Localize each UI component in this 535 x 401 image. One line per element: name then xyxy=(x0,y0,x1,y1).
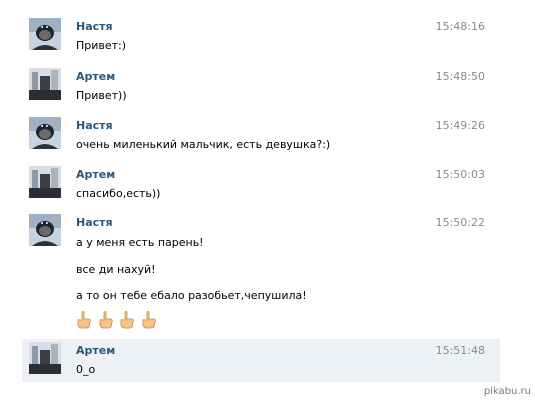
avatar-nastya[interactable] xyxy=(29,18,61,50)
hand-point-icon xyxy=(120,311,134,329)
hand-point-icon xyxy=(99,311,113,329)
message-text: а у меня есть парень! xyxy=(76,236,204,249)
avatar-nastya[interactable] xyxy=(29,214,61,246)
message-text: спасибо,есть)) xyxy=(76,187,161,200)
message-time: 15:50:03 xyxy=(435,168,485,181)
message-text: Привет)) xyxy=(76,89,127,102)
message-text: все ди нахуй! xyxy=(76,263,156,276)
sender-name[interactable]: Настя xyxy=(76,119,113,132)
message-text: 0_o xyxy=(76,363,96,376)
avatar-nastya[interactable] xyxy=(29,117,61,149)
avatar-artem[interactable] xyxy=(29,342,61,374)
sender-name[interactable]: Артем xyxy=(76,344,115,357)
message-text: Привет:) xyxy=(76,39,127,52)
sender-name[interactable]: Настя xyxy=(76,216,113,229)
message-time: 15:48:16 xyxy=(435,20,485,33)
sender-name[interactable]: Артем xyxy=(76,70,115,83)
avatar-artem[interactable] xyxy=(29,166,61,198)
message-text: очень миленький мальчик, есть девушка?:) xyxy=(76,138,331,151)
message-text: а то он тебе ебало разобьет,чепушила! xyxy=(76,289,307,302)
emoji-row xyxy=(76,311,159,331)
message-time: 15:50:22 xyxy=(435,216,485,229)
avatar-artem[interactable] xyxy=(29,68,61,100)
message-time: 15:48:50 xyxy=(435,70,485,83)
hand-point-icon xyxy=(77,311,91,329)
sender-name[interactable]: Артем xyxy=(76,168,115,181)
message-time: 15:49:26 xyxy=(435,119,485,132)
sender-name[interactable]: Настя xyxy=(76,20,113,33)
hand-point-icon xyxy=(142,311,156,329)
message-time: 15:51:48 xyxy=(435,344,485,357)
watermark: pikabu.ru xyxy=(483,386,531,397)
